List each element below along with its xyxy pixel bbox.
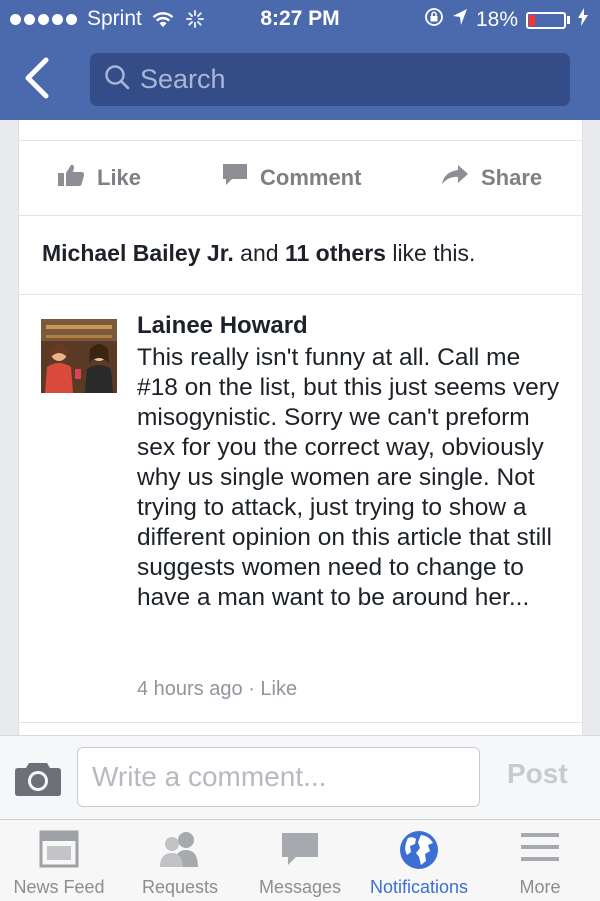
- tab-messages[interactable]: Messages: [248, 820, 352, 901]
- battery-fill: [529, 14, 535, 26]
- messages-icon: [280, 830, 320, 873]
- camera-icon[interactable]: [14, 759, 62, 802]
- post-card: Like Comment Share Michael Bailey Jr. an…: [18, 120, 583, 738]
- comment-input[interactable]: [77, 747, 480, 807]
- divider: [19, 294, 582, 295]
- comment-author[interactable]: Lainee Howard: [137, 312, 308, 340]
- divider: [19, 722, 582, 723]
- tab-label: Messages: [258, 877, 342, 897]
- battery-percent: 18%: [475, 8, 518, 31]
- post-button[interactable]: Post: [507, 758, 568, 790]
- share-label: Share: [481, 165, 543, 190]
- status-bar: Sprint 8:27 PM 18%: [0, 0, 600, 40]
- like-label: Like: [97, 165, 142, 190]
- search-icon: [104, 64, 130, 95]
- battery-icon: [526, 11, 566, 29]
- friend-requests-icon: [156, 830, 204, 873]
- share-button[interactable]: Share: [441, 141, 542, 215]
- comment-text: This really isn't funny at all. Call me …: [137, 344, 560, 611]
- comment-timestamp: 4 hours ago: [137, 678, 243, 700]
- meta-separator: ·: [242, 678, 261, 700]
- speech-bubble-icon: [222, 163, 260, 193]
- likes-suffix: like this.: [385, 240, 476, 266]
- comment-like-link[interactable]: Like: [260, 678, 297, 700]
- back-chevron-icon[interactable]: [22, 56, 62, 100]
- orientation-lock-icon: [424, 7, 444, 33]
- thumbs-up-icon: [57, 163, 97, 193]
- share-arrow-icon: [441, 164, 481, 192]
- comment-label: Comment: [260, 165, 362, 190]
- charging-bolt-icon: [578, 8, 588, 32]
- comment-compose-bar: Post: [0, 735, 600, 820]
- likes-and: and: [233, 240, 285, 266]
- location-arrow-icon: [452, 8, 468, 32]
- tab-label: Requests: [141, 877, 219, 897]
- tab-more[interactable]: More: [496, 820, 584, 901]
- comment-button[interactable]: Comment: [222, 141, 361, 215]
- menu-icon: [520, 830, 560, 869]
- battery-tip: [567, 16, 570, 24]
- top-header: Sprint 8:27 PM 18% Search: [0, 0, 600, 120]
- bottom-tab-bar: News Feed Requests Messages Notification…: [0, 819, 600, 901]
- globe-icon: [399, 830, 439, 875]
- avatar[interactable]: [41, 319, 117, 393]
- comment-meta: 4 hours ago · Like: [137, 678, 297, 701]
- tab-news-feed[interactable]: News Feed: [0, 820, 118, 901]
- divider: [19, 215, 582, 216]
- likes-summary[interactable]: Michael Bailey Jr. and 11 others like th…: [42, 240, 475, 267]
- tab-label: More: [519, 877, 561, 897]
- like-button[interactable]: Like: [57, 141, 141, 215]
- tab-requests[interactable]: Requests: [128, 820, 232, 901]
- status-right: 18%: [424, 7, 588, 33]
- search-bar[interactable]: [90, 53, 570, 106]
- likes-others-link[interactable]: 11 others: [285, 240, 386, 266]
- tab-label: Notifications: [369, 877, 469, 897]
- news-feed-icon: [39, 830, 79, 873]
- liker-name[interactable]: Michael Bailey Jr.: [42, 240, 234, 266]
- post-actions: Like Comment Share: [19, 141, 582, 215]
- tab-notifications[interactable]: Notifications: [356, 820, 482, 901]
- tab-label: News Feed: [13, 877, 105, 897]
- search-input[interactable]: [138, 63, 542, 96]
